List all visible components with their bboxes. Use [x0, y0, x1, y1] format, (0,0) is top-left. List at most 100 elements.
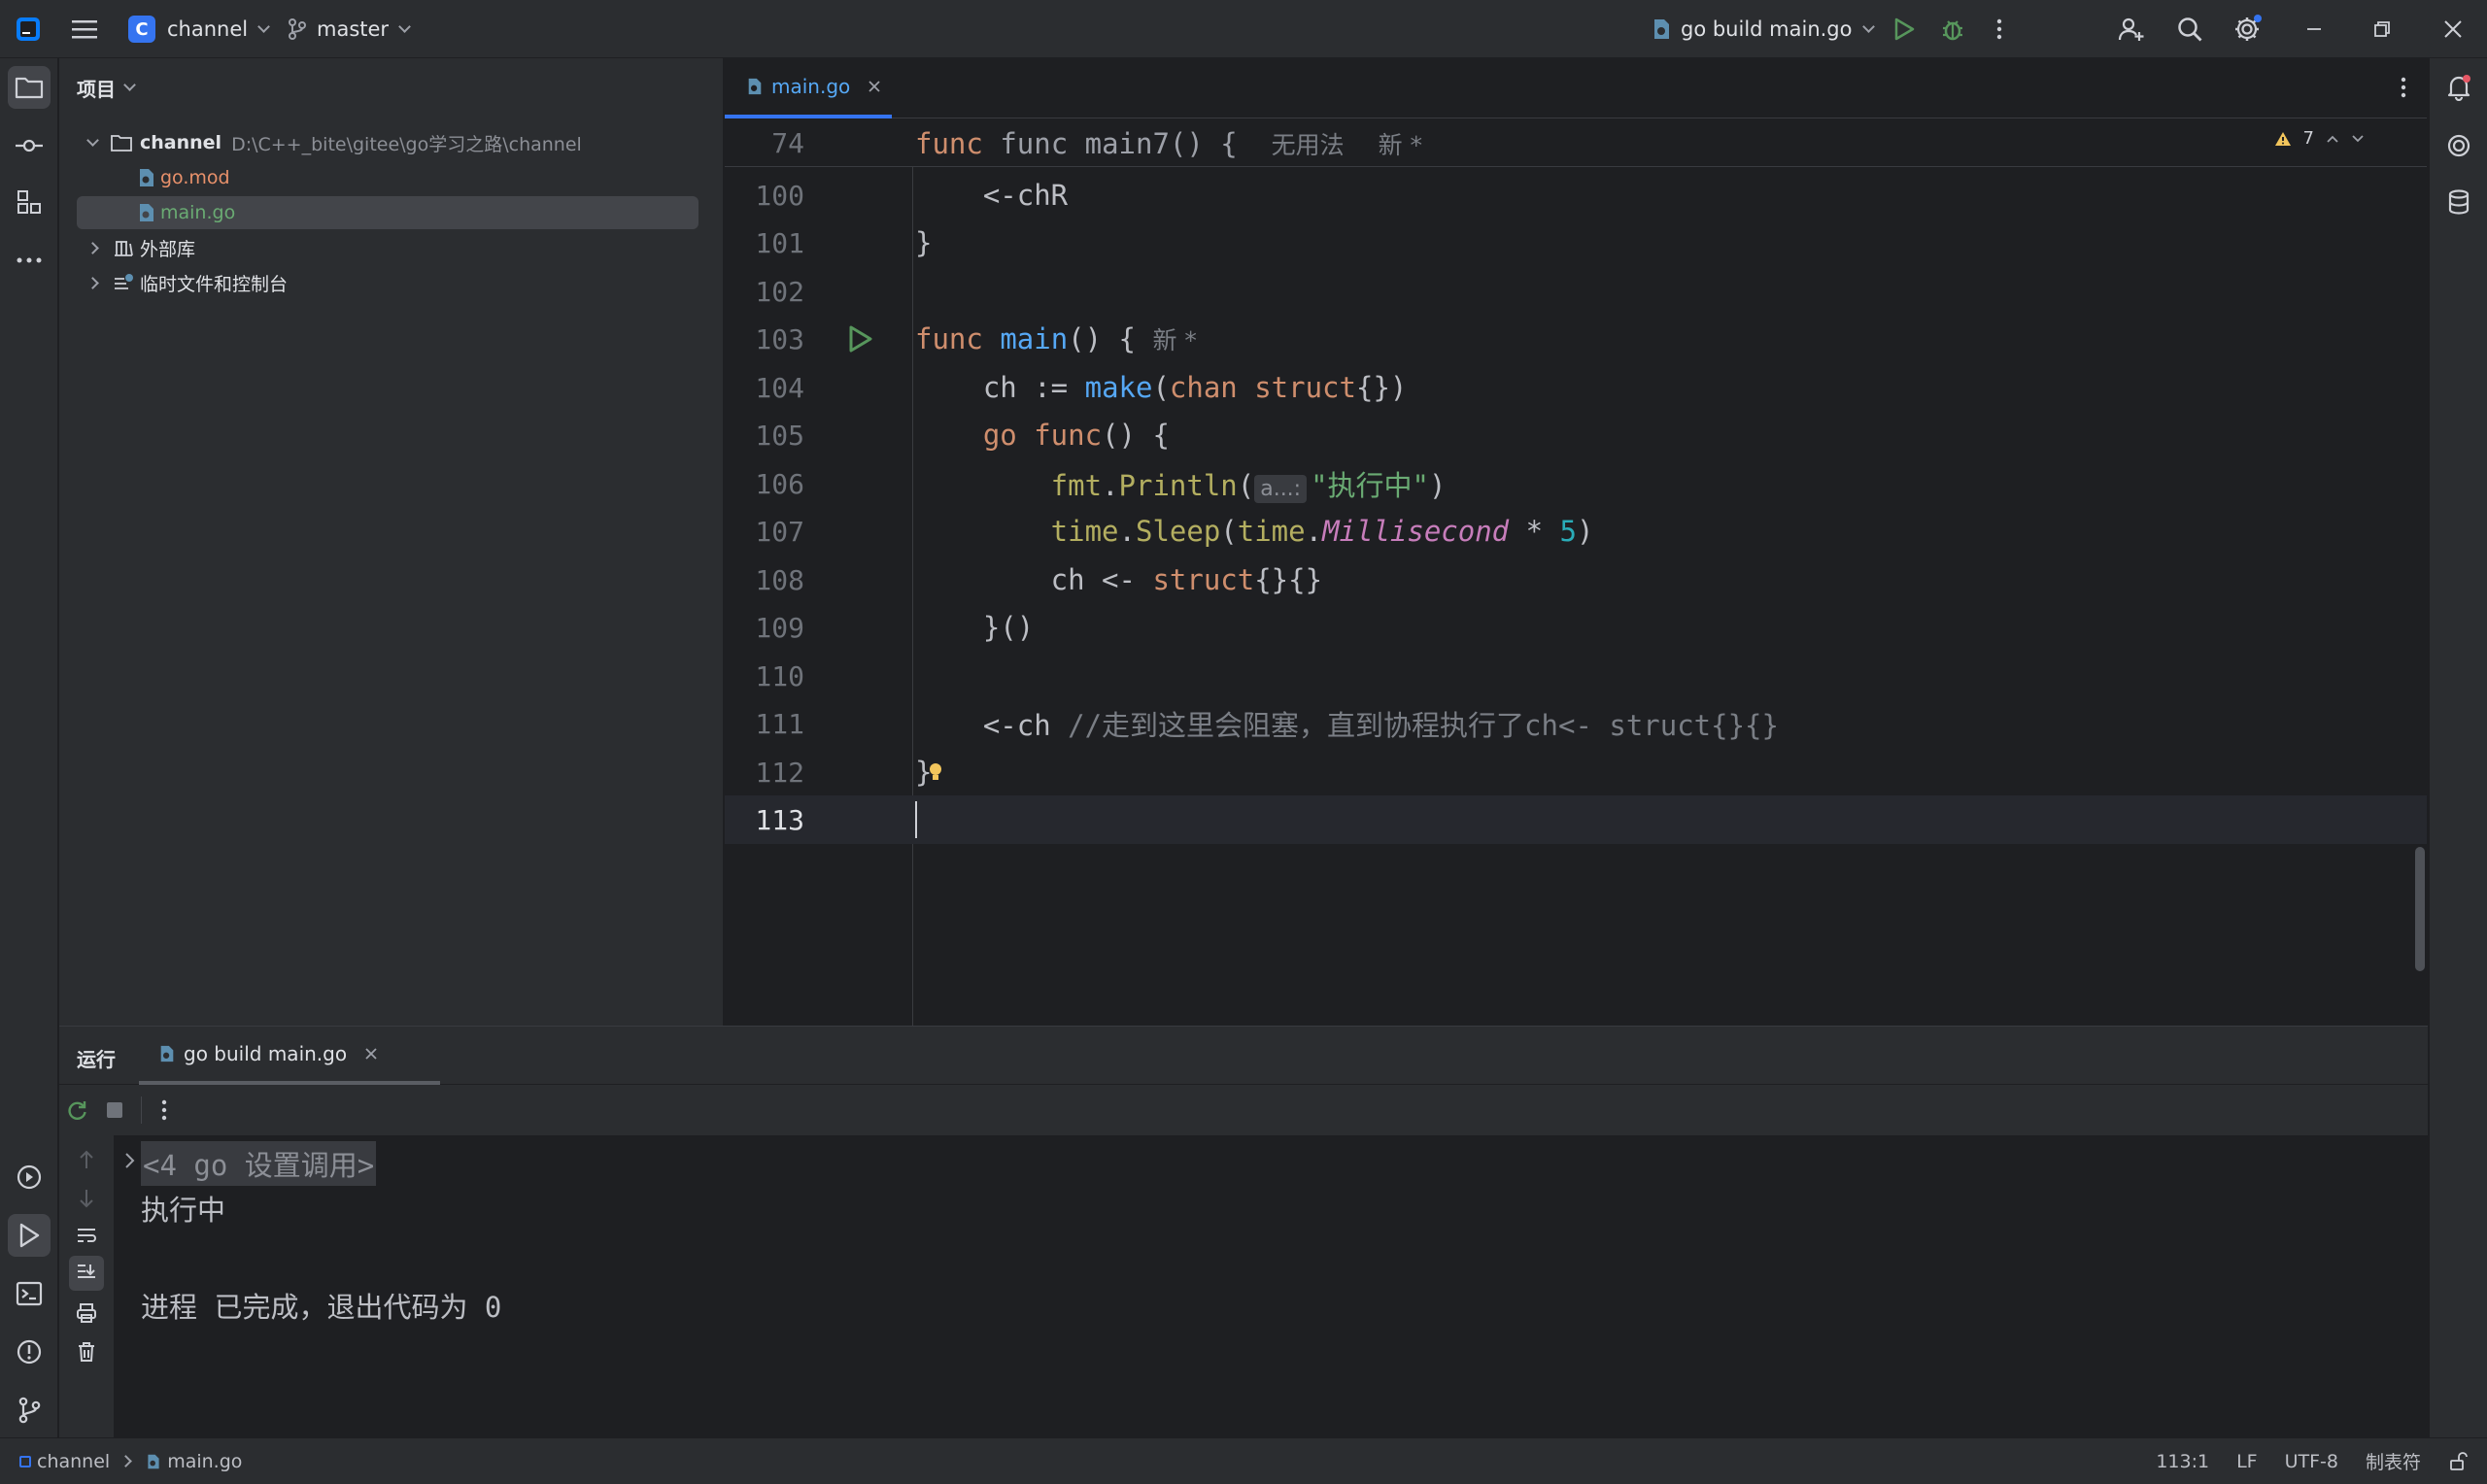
tree-item-main-go[interactable]: main.go — [77, 196, 698, 229]
scroll-to-end-toggle[interactable] — [69, 1256, 104, 1291]
scroll-down-icon[interactable] — [78, 1188, 95, 1209]
code-text: go func() { — [982, 419, 1170, 452]
breadcrumb-file[interactable]: main.go — [167, 1451, 242, 1472]
tree-item-label: 外部库 — [140, 238, 196, 260]
more-actions-icon[interactable] — [1995, 0, 2003, 58]
usages-hint[interactable]: 无用法 — [1272, 131, 1345, 159]
run-config-selector[interactable]: go build main.go — [1652, 0, 1875, 58]
code-line-111[interactable]: 111 <-ch //走到这里会阻塞，直到协程执行了ch<- struct{}{… — [725, 699, 2427, 748]
expand-chevron-icon[interactable] — [123, 1151, 137, 1170]
code-line-109[interactable]: 109 }() — [725, 603, 2427, 652]
code-line-107[interactable]: 107 time.Sleep(time.Millisecond * 5) — [725, 507, 2427, 556]
next-highlight-icon[interactable] — [2351, 134, 2365, 144]
code-line-108[interactable]: 108 ch <- struct{}{} — [725, 556, 2427, 604]
more-actions-icon[interactable] — [160, 1098, 168, 1122]
line-number: 110 — [755, 659, 804, 692]
code-line-103[interactable]: 103 func main() { 新 * — [725, 315, 2427, 363]
author-hint[interactable]: 新 * — [1152, 326, 1196, 354]
app-logo-icon[interactable] — [14, 0, 43, 58]
author-hint[interactable]: 新 * — [1379, 131, 1422, 159]
tree-item-channel[interactable]: channel D:\C++_bite\gitee\go学习之路\channel — [77, 126, 698, 159]
inspection-widget[interactable]: 7 — [2274, 128, 2365, 149]
structure-tool-button[interactable] — [8, 181, 51, 223]
run-side-toolbar — [59, 1135, 114, 1438]
lightbulb-icon[interactable] — [927, 761, 944, 785]
expand-chevron-icon — [86, 276, 99, 289]
breadcrumb-project[interactable]: channel — [37, 1451, 110, 1472]
notifications-tool-button[interactable] — [2437, 66, 2480, 109]
rerun-icon[interactable] — [67, 1099, 88, 1121]
debug-button[interactable] — [1940, 0, 1965, 58]
expand-chevron-icon — [86, 134, 99, 147]
close-window-icon[interactable] — [2442, 0, 2464, 58]
bell-icon — [2447, 75, 2470, 101]
run-icon — [1894, 17, 1915, 41]
minimize-window-icon[interactable] — [2304, 0, 2324, 58]
soft-wrap-icon[interactable] — [76, 1227, 97, 1246]
line-number: 101 — [755, 226, 804, 259]
project-switcher[interactable]: C channel — [128, 0, 270, 58]
stop-icon[interactable] — [106, 1101, 123, 1119]
code-text: } — [915, 226, 933, 259]
code-line-106[interactable]: 106 fmt.Println(a...: "执行中") — [725, 459, 2427, 508]
run-button[interactable] — [1892, 0, 1916, 58]
sticky-header-line[interactable]: 74 func func main7() { 无用法 新 * — [725, 120, 2427, 167]
code-line-110[interactable]: 110 — [725, 652, 2427, 700]
tree-item-scratches[interactable]: 临时文件和控制台 — [77, 266, 698, 299]
project-tool-button[interactable] — [8, 66, 51, 109]
indent-setting[interactable]: 制表符 — [2366, 1448, 2421, 1474]
line-number: 108 — [755, 563, 804, 596]
clear-trash-icon[interactable] — [77, 1341, 96, 1363]
go-file-icon — [748, 78, 762, 95]
terminal-tool-button[interactable] — [8, 1272, 51, 1315]
chevron-down-icon — [398, 19, 411, 33]
tab-label: main.go — [771, 75, 851, 98]
code-editor[interactable]: main.go 74 func func main7() { 无用法 新 * 7… — [725, 58, 2427, 1047]
tree-item-go-mod[interactable]: go.mod — [77, 161, 698, 194]
print-icon[interactable] — [76, 1302, 97, 1324]
code-line-112[interactable]: 112 } — [725, 748, 2427, 796]
branch-switcher[interactable]: master — [288, 0, 411, 58]
file-encoding[interactable]: UTF-8 — [2285, 1451, 2338, 1472]
tree-item-label: channel — [140, 132, 222, 153]
toolbar-divider — [141, 1096, 142, 1124]
line-separator[interactable]: LF — [2236, 1451, 2258, 1472]
add-user-icon[interactable] — [2118, 0, 2145, 58]
problems-tool-button[interactable] — [8, 1331, 51, 1373]
line-number: 100 — [755, 179, 804, 212]
code-line-105[interactable]: 105 go func() { — [725, 411, 2427, 459]
database-tool-button[interactable] — [2437, 181, 2480, 223]
git-tool-button[interactable] — [8, 1389, 51, 1432]
code-line-113[interactable]: 113 — [725, 795, 2427, 844]
code-line-100[interactable]: 100 <-chR — [725, 171, 2427, 219]
code-line-101[interactable]: 101 } — [725, 219, 2427, 267]
more-tools-icon[interactable] — [8, 239, 51, 282]
settings-gear-icon[interactable] — [2232, 0, 2262, 58]
commit-tool-button[interactable] — [8, 124, 51, 167]
code-line-104[interactable]: 104 ch := make(chan struct{}) — [725, 363, 2427, 412]
code-text: func main() { 新 * — [915, 322, 1197, 355]
restore-window-icon[interactable] — [2372, 0, 2392, 58]
close-tab-icon[interactable] — [868, 80, 881, 93]
close-tab-icon[interactable] — [364, 1047, 378, 1061]
search-icon[interactable] — [2176, 0, 2203, 58]
run-tool-button[interactable] — [8, 1214, 51, 1257]
code-line-102[interactable]: 102 — [725, 267, 2427, 316]
scroll-up-icon[interactable] — [78, 1149, 95, 1170]
tab-options-icon[interactable] — [2400, 76, 2407, 104]
scratches-icon — [115, 274, 133, 289]
tree-item-external-libraries[interactable]: 外部库 — [77, 231, 698, 264]
previous-highlight-icon[interactable] — [2326, 134, 2339, 144]
tab-main-go[interactable]: main.go — [725, 58, 892, 118]
project-view-selector[interactable]: 项目 — [77, 58, 136, 117]
ai-assistant-tool-button[interactable] — [2437, 124, 2480, 167]
editor-scrollbar[interactable] — [2415, 847, 2425, 971]
lock-icon[interactable] — [2448, 1451, 2468, 1471]
run-tab-go-build[interactable]: go build main.go — [139, 1027, 440, 1085]
run-gutter-icon[interactable] — [845, 323, 874, 354]
caret-position[interactable]: 113:1 — [2156, 1451, 2209, 1472]
services-tool-button[interactable] — [8, 1156, 51, 1198]
tree-item-path: D:\C++_bite\gitee\go学习之路\channel — [231, 133, 582, 155]
main-menu-icon[interactable] — [72, 0, 97, 58]
collapsed-output-fold[interactable]: <4 go 设置调用> — [141, 1141, 377, 1186]
